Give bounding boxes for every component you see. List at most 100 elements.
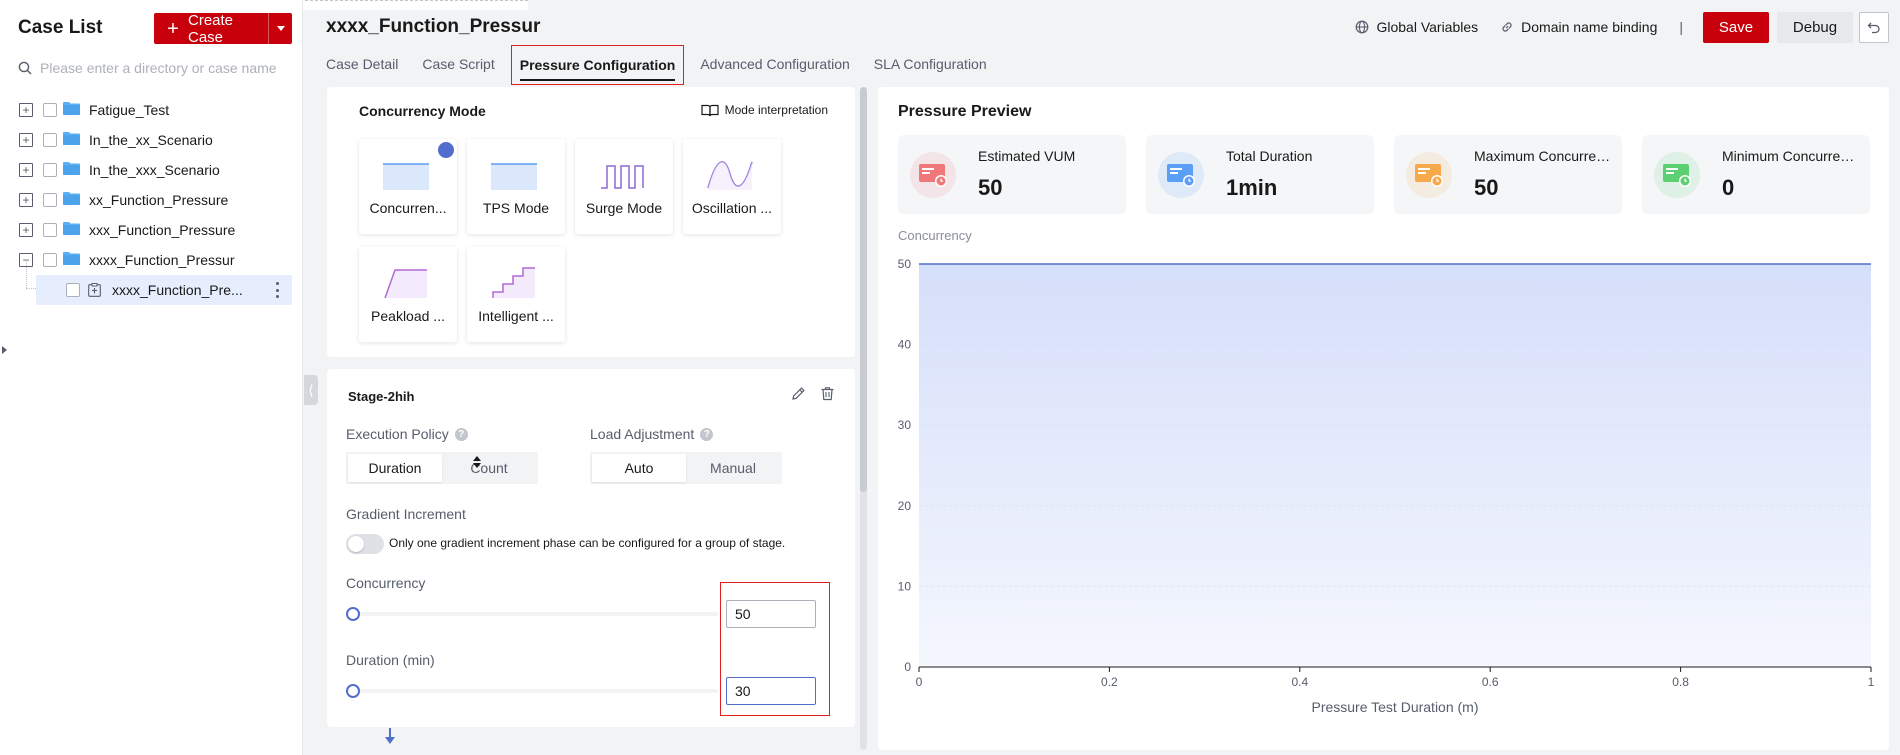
- mode-interpretation-link[interactable]: Mode interpretation: [700, 103, 828, 117]
- case-file-icon: [88, 283, 101, 297]
- tab-case-detail[interactable]: Case Detail: [326, 45, 398, 85]
- tab-label: Case Script: [422, 56, 495, 72]
- tree-item-checkbox[interactable]: [43, 103, 57, 117]
- tree-item[interactable]: + xxx_Function_Pressure: [0, 215, 303, 245]
- mode-card[interactable]: Concurren...: [359, 139, 472, 234]
- help-icon[interactable]: ?: [454, 427, 468, 441]
- mode-card-label: Oscillation ...: [691, 200, 773, 216]
- slider-track: [346, 612, 718, 616]
- mode-card-label: Surge Mode: [585, 200, 663, 216]
- tree-item-label[interactable]: Fatigue_Test: [89, 102, 169, 118]
- folder-icon: [63, 102, 80, 115]
- execution-policy-switch: Duration Count: [346, 452, 538, 484]
- case-tree: + Fatigue_Test + In_the_xx_Scenario + In_the_…: [0, 95, 303, 305]
- mode-interpretation-label: Mode interpretation: [724, 103, 828, 117]
- more-options-icon[interactable]: [276, 282, 280, 298]
- slider-thumb[interactable]: [346, 684, 360, 698]
- tree-child-row: xxxx_Function_Pre...: [0, 275, 303, 305]
- stage-panel: Stage-2hih Execution Policy? Load Adjust…: [327, 369, 855, 727]
- chevron-down-icon: [276, 26, 285, 31]
- domain-binding-link[interactable]: Domain name binding: [1500, 19, 1657, 35]
- help-icon[interactable]: ?: [700, 427, 714, 441]
- y-tick-label: 30: [898, 418, 912, 432]
- surge-mode-icon: [601, 165, 644, 189]
- tree-item-label[interactable]: xx_Function_Pressure: [89, 192, 228, 208]
- expand-icon[interactable]: +: [19, 163, 33, 177]
- concurrency-label: Concurrency: [346, 575, 426, 591]
- expand-icon[interactable]: +: [19, 103, 33, 117]
- create-case-dropdown[interactable]: [268, 13, 292, 44]
- delete-icon[interactable]: [820, 386, 835, 401]
- load-adjustment-manual[interactable]: Manual: [686, 454, 780, 482]
- scrollbar-thumb[interactable]: [860, 87, 867, 492]
- toggle-knob: [348, 536, 364, 552]
- tree-item-checkbox[interactable]: [43, 253, 57, 267]
- tab-sla-configuration[interactable]: SLA Configuration: [874, 45, 987, 85]
- gradient-increment-toggle[interactable]: [346, 534, 384, 554]
- load-adjustment-switch: Auto Manual: [590, 452, 782, 484]
- execution-policy-duration[interactable]: Duration: [348, 454, 442, 482]
- x-tick-label: 0: [916, 675, 923, 689]
- tree-item-checkbox[interactable]: [43, 133, 57, 147]
- tree-item[interactable]: + In_the_xxx_Scenario: [0, 155, 303, 185]
- tab-pressure-configuration[interactable]: Pressure Configuration: [510, 45, 685, 85]
- mode-card[interactable]: Intelligent ...: [467, 247, 565, 342]
- tree-item-selected[interactable]: xxxx_Function_Pre...: [36, 275, 292, 305]
- tree-item-checkbox[interactable]: [43, 163, 57, 177]
- x-tick-label: 0.2: [1101, 675, 1118, 689]
- create-case-button[interactable]: + Create Case: [154, 12, 292, 46]
- tab-advanced-configuration[interactable]: Advanced Configuration: [700, 45, 849, 85]
- slider-thumb[interactable]: [346, 607, 360, 621]
- tree-item-checkbox[interactable]: [66, 283, 80, 297]
- debug-button[interactable]: Debug: [1777, 11, 1853, 43]
- mode-card[interactable]: Peakload ...: [359, 247, 457, 342]
- case-search-input[interactable]: [40, 60, 280, 76]
- case-list-sidebar: Case List + Create Case + Fatigue_Test + In…: [0, 0, 303, 755]
- tree-item[interactable]: + xx_Function_Pressure: [0, 185, 303, 215]
- mode-card[interactable]: TPS Mode: [467, 139, 565, 234]
- tree-item-label[interactable]: xxxx_Function_Pressur: [89, 252, 235, 268]
- caret-right-icon[interactable]: [2, 346, 7, 354]
- tree-item-checkbox[interactable]: [43, 193, 57, 207]
- config-scrollbar[interactable]: [860, 87, 867, 750]
- load-adjustment-auto[interactable]: Auto: [592, 454, 686, 482]
- concurrency-slider[interactable]: [346, 607, 718, 621]
- panel-collapse-toggle[interactable]: ⟨: [304, 375, 318, 405]
- stage-title: Stage-2hih: [348, 389, 415, 404]
- execution-policy-count[interactable]: Count: [442, 454, 536, 482]
- global-variables-link[interactable]: Global Variables: [1355, 19, 1478, 35]
- mode-card[interactable]: Surge Mode: [575, 139, 673, 234]
- tree-item-label[interactable]: xxx_Function_Pressure: [89, 222, 235, 238]
- tree-item-label[interactable]: xxxx_Function_Pre...: [112, 282, 243, 298]
- mode-card-label: Intelligent ...: [478, 308, 554, 324]
- back-button[interactable]: [1859, 11, 1889, 43]
- page-title: xxxx_Function_Pressur: [326, 16, 541, 37]
- stage-actions: [777, 386, 835, 401]
- link-icon: [1502, 22, 1512, 32]
- x-tick-label: 1: [1868, 675, 1875, 689]
- tree-item[interactable]: + In_the_xx_Scenario: [0, 125, 303, 155]
- tree-guide-line: [26, 288, 36, 289]
- tree-item-label[interactable]: In_the_xxx_Scenario: [89, 162, 220, 178]
- tree-item[interactable]: + Fatigue_Test: [0, 95, 303, 125]
- expand-icon[interactable]: +: [19, 193, 33, 207]
- y-tick-label: 50: [898, 257, 912, 271]
- mode-card[interactable]: Oscillation ...: [683, 139, 781, 234]
- tree-item[interactable]: − xxxx_Function_Pressur: [0, 245, 303, 275]
- expand-icon[interactable]: +: [19, 223, 33, 237]
- y-axis-label: Concurrency: [898, 228, 972, 243]
- tree-item-label[interactable]: In_the_xx_Scenario: [89, 132, 213, 148]
- duration-slider[interactable]: [346, 684, 718, 698]
- plus-icon: +: [167, 17, 179, 40]
- mode-card-label: Peakload ...: [371, 308, 445, 324]
- tree-item-checkbox[interactable]: [43, 223, 57, 237]
- slider-track: [346, 689, 718, 693]
- folder-icon: [63, 162, 80, 175]
- save-button[interactable]: Save: [1703, 11, 1769, 43]
- execution-policy-label: Execution Policy?: [346, 426, 468, 442]
- expand-icon[interactable]: +: [19, 133, 33, 147]
- y-tick-label: 20: [898, 499, 912, 513]
- tab-case-script[interactable]: Case Script: [422, 45, 494, 85]
- edit-icon[interactable]: [791, 386, 806, 401]
- concurrency-mode-icon: [383, 163, 429, 190]
